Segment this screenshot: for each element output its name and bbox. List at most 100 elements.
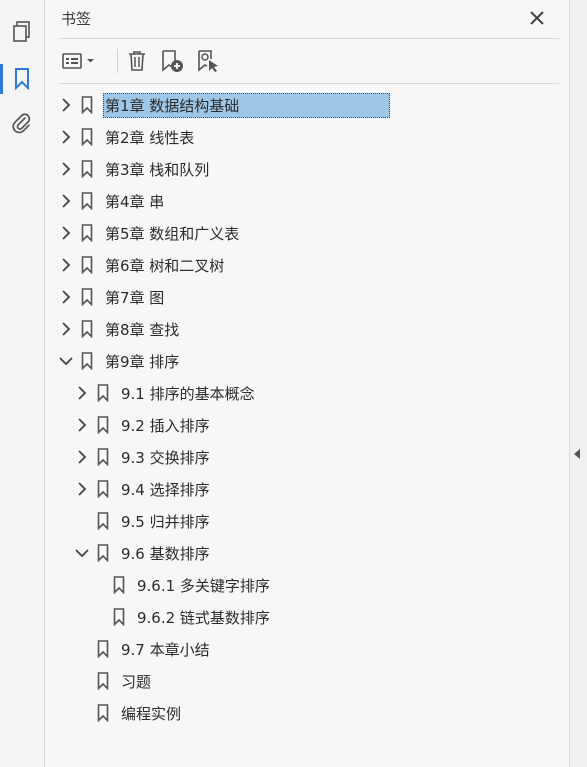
bookmark-item[interactable]: 9.5 归并排序 (75, 506, 212, 536)
bookmark-select-icon (198, 50, 218, 72)
bookmark-label: 9.6 基数排序 (121, 544, 210, 563)
bookmark-icon (97, 480, 111, 498)
expand-chevron-icon[interactable] (75, 386, 89, 400)
bookmark-item[interactable]: 9.2 插入排序 (75, 410, 212, 440)
bookmark-label: 第4章 串 (105, 192, 165, 211)
left-navigation-bar (0, 0, 45, 767)
bookmark-item[interactable]: 9.6 基数排序 (75, 538, 212, 568)
bookmark-label: 第5章 数组和广义表 (105, 224, 240, 243)
close-icon (530, 11, 544, 25)
pages-thumbnail-icon[interactable] (11, 21, 33, 43)
bookmark-icon (81, 192, 95, 210)
bookmark-label: 9.1 排序的基本概念 (121, 384, 255, 403)
divider (59, 38, 559, 39)
attachment-icon[interactable] (11, 113, 33, 135)
add-bookmark-icon (162, 50, 183, 72)
expand-chevron-icon[interactable] (75, 482, 89, 496)
expand-chevron-icon[interactable] (59, 130, 73, 144)
bookmark-icon (81, 256, 95, 274)
divider (59, 83, 559, 84)
bookmark-label: 第2章 线性表 (105, 128, 195, 147)
bookmark-icon (81, 320, 95, 338)
expand-chevron-icon[interactable] (75, 450, 89, 464)
expand-chevron-icon[interactable] (75, 418, 89, 432)
expand-chevron-icon[interactable] (59, 226, 73, 240)
bookmark-item[interactable]: 第7章 图 (59, 282, 166, 312)
chevron-placeholder (75, 514, 89, 528)
bookmark-icon (97, 544, 111, 562)
collapse-panel-icon[interactable] (574, 449, 580, 459)
new-bookmark-button[interactable] (157, 47, 187, 75)
close-button[interactable] (525, 6, 549, 30)
bookmark-label: 编程实例 (121, 704, 182, 723)
chevron-placeholder (91, 610, 105, 624)
bookmark-icon (113, 576, 127, 594)
bookmarks-toolbar (59, 45, 559, 77)
bookmark-item[interactable]: 第5章 数组和广义表 (59, 218, 241, 248)
bookmark-item[interactable]: 9.6.1 多关键字排序 (91, 570, 272, 600)
bookmarks-panel: 书签 第1章 数据结构基础 第2章 线性表 第3章 栈和队列 第4章 串 第5章… (45, 0, 569, 767)
delete-bookmark-button[interactable] (123, 47, 151, 75)
bookmark-label: 9.3 交换排序 (121, 448, 210, 467)
bookmark-label: 习题 (121, 672, 152, 691)
bookmark-icon (81, 160, 95, 178)
toolbar-separator (117, 49, 118, 73)
bookmark-item[interactable]: 第1章 数据结构基础 (59, 90, 391, 120)
bookmark-icon[interactable] (11, 68, 33, 90)
bookmark-icon (97, 512, 111, 530)
bookmark-label: 第3章 栈和队列 (105, 160, 210, 179)
selected-nav-indicator (0, 64, 3, 94)
bookmark-item[interactable]: 9.4 选择排序 (75, 474, 212, 504)
bookmark-label: 9.7 本章小结 (121, 640, 210, 659)
expand-chevron-icon[interactable] (59, 98, 73, 112)
collapse-chevron-icon[interactable] (59, 354, 73, 368)
bookmark-item[interactable]: 第9章 排序 (59, 346, 181, 376)
bookmark-icon (81, 224, 95, 242)
bookmark-label: 9.6.2 链式基数排序 (137, 608, 270, 627)
chevron-placeholder (75, 706, 89, 720)
bookmark-item[interactable]: 第6章 树和二叉树 (59, 250, 226, 280)
bookmark-item[interactable]: 9.3 交换排序 (75, 442, 212, 472)
bookmark-item[interactable]: 第3章 栈和队列 (59, 154, 211, 184)
bookmark-icon (81, 128, 95, 146)
bookmark-item[interactable]: 第2章 线性表 (59, 122, 196, 152)
bookmark-label: 9.2 插入排序 (121, 416, 210, 435)
bookmark-item[interactable]: 9.1 排序的基本概念 (75, 378, 257, 408)
collapse-chevron-icon[interactable] (75, 546, 89, 560)
expand-chevron-icon[interactable] (59, 162, 73, 176)
bookmark-icon (97, 384, 111, 402)
bookmark-from-selection-button[interactable] (193, 47, 223, 75)
panel-splitter[interactable] (569, 0, 587, 767)
bookmark-item[interactable]: 习题 (75, 666, 153, 696)
bookmark-icon (113, 608, 127, 626)
bookmark-item[interactable]: 编程实例 (75, 698, 183, 728)
options-button[interactable] (59, 47, 99, 75)
bookmark-icon (81, 352, 95, 370)
panel-title: 书签 (61, 10, 92, 28)
list-options-icon (62, 53, 94, 69)
bookmark-icon (97, 640, 111, 658)
chevron-placeholder (75, 642, 89, 656)
bookmark-label: 第7章 图 (105, 288, 165, 307)
bookmark-label: 第8章 查找 (105, 320, 180, 339)
expand-chevron-icon[interactable] (59, 290, 73, 304)
bookmark-label: 9.6.1 多关键字排序 (137, 576, 270, 595)
bookmark-icon (97, 672, 111, 690)
bookmark-item[interactable]: 9.6.2 链式基数排序 (91, 602, 272, 632)
expand-chevron-icon[interactable] (59, 258, 73, 272)
trash-icon (129, 51, 145, 71)
bookmark-icon (97, 448, 111, 466)
bookmark-item[interactable]: 第4章 串 (59, 186, 166, 216)
expand-chevron-icon[interactable] (59, 194, 73, 208)
bookmark-item[interactable]: 第8章 查找 (59, 314, 181, 344)
bookmark-item[interactable]: 9.7 本章小结 (75, 634, 212, 664)
bookmark-label: 9.4 选择排序 (121, 480, 210, 499)
bookmark-label: 第6章 树和二叉树 (105, 256, 225, 275)
bookmark-icon (81, 288, 95, 306)
chevron-placeholder (75, 674, 89, 688)
bookmark-label: 第9章 排序 (105, 352, 180, 371)
bookmark-icon (81, 96, 95, 114)
bookmark-label: 第1章 数据结构基础 (103, 92, 391, 118)
chevron-placeholder (91, 578, 105, 592)
expand-chevron-icon[interactable] (59, 322, 73, 336)
